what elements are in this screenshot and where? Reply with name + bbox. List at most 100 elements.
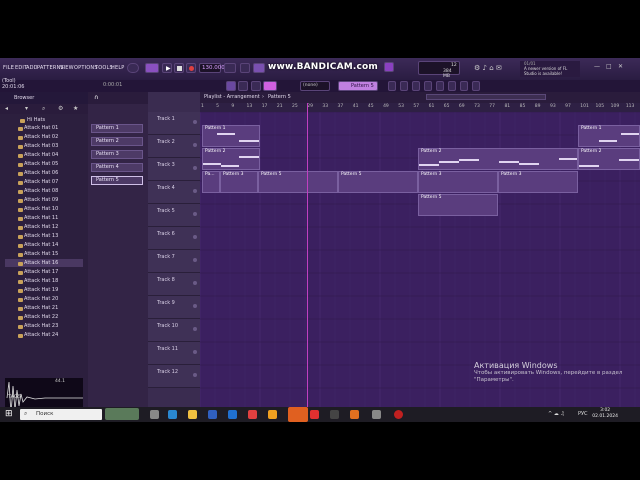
track-mute-led[interactable] [193,373,197,377]
sample-item[interactable]: Attack Hat 07 [24,179,58,185]
playhead[interactable] [307,103,308,407]
track-header[interactable]: Track 4 [148,181,200,204]
yandex-icon[interactable] [248,410,257,419]
track-mute-led[interactable] [193,189,197,193]
sample-item[interactable]: Attack Hat 20 [24,296,58,302]
clip-track4-pattern5[interactable]: Pattern 5 [418,194,498,216]
close-icon[interactable]: ✕ [618,63,623,70]
windows-start-icon[interactable]: ⊞ [5,409,13,419]
track-header[interactable]: Track 2 [148,135,200,158]
sample-item[interactable]: Attack Hat 06 [24,170,58,176]
toolbar-btn-8[interactable] [472,81,480,91]
track-mute-led[interactable] [193,212,197,216]
taskbar-clock[interactable]: 3:02 02.01.2024 [592,408,618,420]
track-mute-led[interactable] [193,166,197,170]
wait-input-button[interactable] [240,63,250,73]
track-header[interactable]: Track 9 [148,296,200,319]
play-button[interactable]: ▶ [162,63,172,73]
clip-track3-pattern3-b[interactable]: Pattern 3 [418,171,498,193]
window-controls[interactable]: — □ ✕ [594,63,634,73]
track-mute-led[interactable] [193,350,197,354]
sample-item[interactable]: Attack Hat 18 [24,278,58,284]
clip-track3-pattern5-a[interactable]: Pattern 5 [258,171,338,193]
pattern-item-1[interactable]: Pattern 1 [91,124,143,133]
clip-track2-pattern2-c[interactable]: Pattern 2 [578,148,640,170]
menu-file[interactable]: FILE [3,65,14,71]
track-mute-led[interactable] [193,304,197,308]
track-header[interactable]: Track 12 [148,365,200,388]
clip-track2-pattern2-b[interactable]: Pattern 2 [418,148,578,170]
fl-studio-taskbar-icon[interactable] [288,407,308,422]
pattern-item-2[interactable]: Pattern 2 [91,137,143,146]
sample-item[interactable]: Attack Hat 04 [24,152,58,158]
sample-item[interactable]: Attack Hat 11 [24,215,58,221]
edge-icon[interactable] [168,410,177,419]
clip-track3-pattern5-b[interactable]: Pattern 5 [338,171,418,193]
sample-item[interactable]: Attack Hat 19 [24,287,58,293]
menu-view[interactable]: VIEW [60,65,74,71]
track-mute-led[interactable] [193,143,197,147]
master-volume-knob[interactable] [127,63,139,73]
menu-help[interactable]: HELP [111,65,125,71]
bandicam-icon[interactable] [394,410,403,419]
track-mute-led[interactable] [193,120,197,124]
pattern-color-button[interactable] [384,62,394,72]
fl-icon[interactable] [350,410,359,419]
draw-icon[interactable] [251,81,261,91]
clip-track1-pattern1[interactable]: Pattern 1 [202,125,260,147]
sample-item[interactable]: Attack Hat 12 [24,224,58,230]
track-mute-led[interactable] [193,327,197,331]
settings-icon[interactable] [372,410,381,419]
magnet-icon[interactable]: ∩ [94,94,98,101]
metronome-button[interactable] [224,63,236,73]
minimize-icon[interactable]: — [594,63,600,70]
track-header[interactable]: Track 11 [148,342,200,365]
sample-item[interactable]: Attack Hat 21 [24,305,58,311]
stop-button[interactable] [174,63,184,73]
track-header[interactable]: Track 8 [148,273,200,296]
sample-item[interactable]: Attack Hat 03 [24,143,58,149]
record-button[interactable] [186,63,196,73]
snap-selector[interactable]: (none) [300,81,330,91]
sample-item[interactable]: Attack Hat 10 [24,206,58,212]
sample-item[interactable]: Attack Hat 22 [24,314,58,320]
sample-item[interactable]: Attack Hat 23 [24,323,58,329]
gear-icon[interactable]: ⚙ [58,105,63,112]
taskbar-search[interactable]: ⌕ Поиск [20,409,102,420]
arrow-right-icon[interactable] [238,81,248,91]
sample-item[interactable]: Attack Hat 17 [24,269,58,275]
track-header[interactable]: Track 1 [148,112,200,135]
tray-icons[interactable]: ^ ☁ ♫ [548,411,565,417]
sample-item[interactable]: Attack Hat 13 [24,233,58,239]
track-mute-led[interactable] [193,258,197,262]
sample-item[interactable]: Attack Hat 09 [24,197,58,203]
search-icon[interactable]: ⌕ [42,105,45,113]
sample-item[interactable]: Attack Hat 24 [24,332,58,338]
toolbar-btn-7[interactable] [460,81,468,91]
clip-track3-pa[interactable]: Pa... [202,171,220,193]
file-explorer-icon[interactable] [188,410,197,419]
folder-hi-hats[interactable]: Hi Hats [27,117,45,123]
timeline-ruler[interactable]: 1 5 9 13 17 21 25 29 33 37 41 45 49 53 57 61 65 69 73 77 81 8… [200,103,640,112]
sample-item[interactable]: Attack Hat 01 [24,125,58,131]
track-header[interactable]: Track 6 [148,227,200,250]
pattern-item-3[interactable]: Pattern 3 [91,150,143,159]
language-indicator[interactable]: РУС [578,411,588,417]
toolbar-btn-4[interactable] [424,81,432,91]
sample-item[interactable]: Attack Hat 08 [24,188,58,194]
clip-track1-pattern1-b[interactable]: Pattern 1 [578,125,640,147]
link-icon[interactable] [263,81,277,91]
track-header[interactable]: Track 5 [148,204,200,227]
toolbar-btn-1[interactable] [388,81,396,91]
track-header[interactable]: Track 7 [148,250,200,273]
track-header[interactable]: Track 10 [148,319,200,342]
track-mute-led[interactable] [193,281,197,285]
piano-icon[interactable] [226,81,236,91]
clip-track3-pattern3[interactable]: Pattern 3 [220,171,258,193]
task-view-icon[interactable] [150,410,159,419]
sample-item[interactable]: Attack Hat 02 [24,134,58,140]
clip-track2-pattern2[interactable]: Pattern 2 [202,148,260,170]
sample-item[interactable]: Attack Hat 15 [24,251,58,257]
steam-icon[interactable] [330,410,339,419]
tempo-display[interactable]: 130.000 [199,63,225,73]
